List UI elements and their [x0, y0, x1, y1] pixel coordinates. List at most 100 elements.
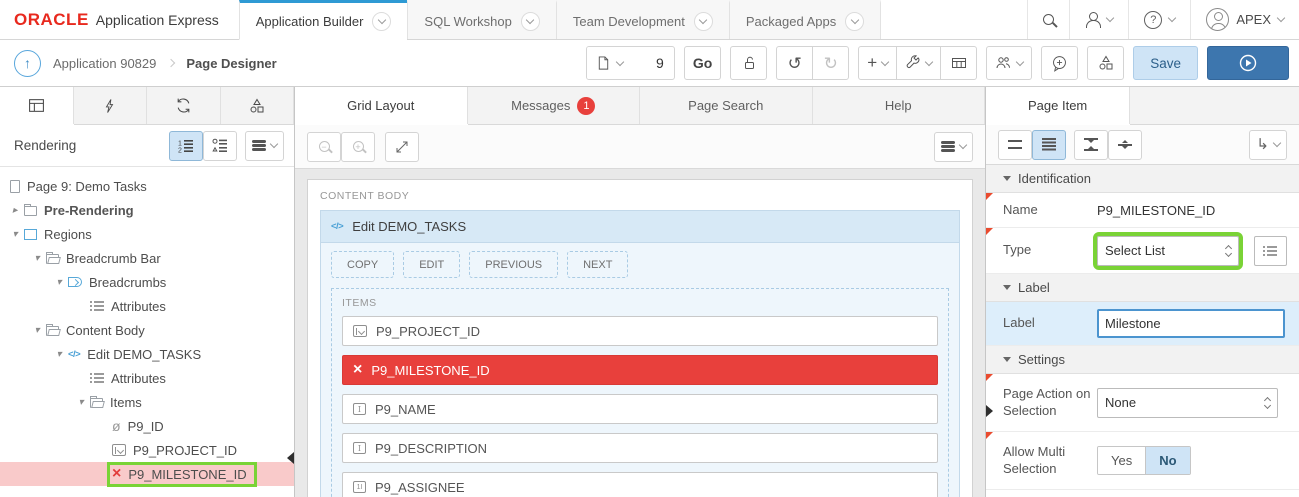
- chevron-down-icon[interactable]: [372, 12, 391, 31]
- collapse-triangle-icon: [1003, 357, 1011, 362]
- redo-button[interactable]: ↻: [812, 46, 849, 80]
- page-number-input[interactable]: [632, 55, 674, 71]
- center-tab[interactable]: Help: [813, 87, 986, 124]
- type-lov-button[interactable]: [1254, 236, 1287, 266]
- team-development-button[interactable]: [986, 46, 1032, 80]
- tree-item[interactable]: Page 9: Demo Tasks: [0, 174, 294, 198]
- region-button[interactable]: EDIT: [403, 251, 460, 278]
- label-input[interactable]: [1097, 309, 1285, 338]
- name-value[interactable]: P9_MILESTONE_ID: [1097, 203, 1215, 218]
- right-splitter-handle[interactable]: [986, 405, 993, 417]
- tree-item[interactable]: P9_PROJECT_ID: [0, 438, 294, 462]
- utilities-menu-button[interactable]: [896, 46, 941, 80]
- show-all-button[interactable]: [1032, 130, 1066, 160]
- header-tab[interactable]: Packaged Apps: [729, 0, 881, 39]
- tree-item[interactable]: Attributes: [0, 366, 294, 390]
- section-settings[interactable]: Settings: [986, 346, 1299, 374]
- tree-item[interactable]: Edit DEMO_TASKS: [0, 342, 294, 366]
- toggle-yes-button[interactable]: Yes: [1098, 447, 1146, 474]
- tree-caret-icon[interactable]: [30, 325, 44, 336]
- chevron-down-icon[interactable]: [694, 12, 713, 31]
- tree-caret-icon[interactable]: [8, 229, 22, 240]
- go-to-application-button[interactable]: [14, 50, 41, 77]
- feedback-button[interactable]: [1041, 46, 1078, 80]
- header-tabs: Application Builder SQL Workshop Team De…: [239, 0, 881, 39]
- sort-by-order-button[interactable]: 12: [169, 131, 203, 161]
- layout-item[interactable]: P9_MILESTONE_ID: [342, 355, 938, 385]
- region-edit-demo-tasks[interactable]: Edit DEMO_TASKS COPYEDITPREVIOUSNEXT ITE…: [320, 210, 960, 497]
- text-field-icon: [353, 442, 366, 454]
- zoom-out-button[interactable]: −: [307, 132, 341, 162]
- tree-caret-icon[interactable]: [52, 349, 66, 360]
- tab-page-shared-components[interactable]: [221, 87, 295, 124]
- tree-item[interactable]: Items: [0, 390, 294, 414]
- content-body-label: CONTENT BODY: [320, 190, 960, 202]
- tree-item[interactable]: Breadcrumb Bar: [0, 246, 294, 270]
- create-menu-button[interactable]: +: [858, 46, 897, 80]
- expand-layout-button[interactable]: [385, 132, 419, 162]
- tree-caret-icon[interactable]: [8, 205, 22, 216]
- tree-item[interactable]: P9_ID: [0, 414, 294, 438]
- tree-caret-icon[interactable]: [52, 277, 66, 288]
- tree-item[interactable]: Breadcrumbs: [0, 270, 294, 294]
- menu-stack-icon: [252, 140, 266, 143]
- center-tab[interactable]: Grid Layout: [295, 87, 468, 124]
- undo-button[interactable]: ↺: [776, 46, 813, 80]
- show-common-button[interactable]: [998, 130, 1032, 160]
- administration-menu-button[interactable]: [1069, 0, 1128, 39]
- type-select[interactable]: Select List: [1097, 236, 1239, 266]
- tree-item-content: P9_MILESTONE_ID: [110, 465, 254, 484]
- run-page-button[interactable]: [1207, 46, 1289, 80]
- header-tab[interactable]: SQL Workshop: [407, 0, 555, 39]
- user-menu-button[interactable]: APEX: [1190, 0, 1299, 39]
- expand-all-button[interactable]: [1108, 130, 1142, 160]
- layout-item[interactable]: P9_ASSIGNEE: [342, 472, 938, 497]
- center-tab[interactable]: Messages 1: [468, 87, 641, 124]
- tree-item[interactable]: Pre-Rendering: [0, 198, 294, 222]
- region-button[interactable]: COPY: [331, 251, 394, 278]
- chevron-down-icon[interactable]: [521, 12, 540, 31]
- layout-item[interactable]: P9_PROJECT_ID: [342, 316, 938, 346]
- region-button[interactable]: NEXT: [567, 251, 628, 278]
- tree-item[interactable]: Regions: [0, 222, 294, 246]
- select-list-icon: [112, 444, 126, 456]
- page-action-select[interactable]: None: [1097, 388, 1278, 418]
- region-button[interactable]: PREVIOUS: [469, 251, 558, 278]
- save-button[interactable]: Save: [1133, 46, 1198, 80]
- left-splitter-handle[interactable]: [287, 452, 294, 464]
- toggle-no-button[interactable]: No: [1146, 447, 1189, 474]
- tree-caret-icon[interactable]: [30, 253, 44, 264]
- rendering-menu-button[interactable]: [245, 131, 284, 161]
- header-tab[interactable]: Team Development: [556, 0, 729, 39]
- layout-columns-button[interactable]: [940, 46, 977, 80]
- tree-caret-icon[interactable]: [74, 397, 88, 408]
- tab-processing[interactable]: [147, 87, 221, 124]
- section-identification[interactable]: Identification: [986, 165, 1299, 193]
- tab-page-item[interactable]: Page Item: [986, 87, 1130, 124]
- page-finder-button[interactable]: [587, 47, 632, 79]
- sort-by-type-button[interactable]: [203, 131, 237, 161]
- shared-components-button[interactable]: [1087, 46, 1124, 80]
- grid-layout-menu-button[interactable]: [934, 132, 973, 162]
- go-button[interactable]: Go: [684, 46, 721, 80]
- go-to-group-button[interactable]: ↳: [1249, 130, 1287, 160]
- center-tab[interactable]: Page Search: [640, 87, 813, 124]
- tree-item-content: Content Body: [44, 321, 152, 340]
- tab-rendering[interactable]: [0, 87, 74, 124]
- layout-item[interactable]: P9_NAME: [342, 394, 938, 424]
- help-menu-button[interactable]: [1128, 0, 1190, 39]
- collapse-all-button[interactable]: [1074, 130, 1108, 160]
- chevron-down-icon[interactable]: [845, 12, 864, 31]
- search-button[interactable]: [1027, 0, 1069, 39]
- breadcrumb-application[interactable]: Application 90829: [53, 56, 156, 71]
- layout-item[interactable]: P9_DESCRIPTION: [342, 433, 938, 463]
- tab-dynamic-actions[interactable]: [74, 87, 148, 124]
- zoom-in-button[interactable]: +: [341, 132, 375, 162]
- lock-button[interactable]: [730, 46, 767, 80]
- tree-item[interactable]: P9_MILESTONE_ID: [0, 462, 294, 486]
- tree-item[interactable]: Content Body: [0, 318, 294, 342]
- center-tab-label: Messages: [511, 98, 570, 113]
- section-label[interactable]: Label: [986, 274, 1299, 302]
- header-tab[interactable]: Application Builder: [239, 0, 408, 40]
- tree-item[interactable]: Attributes: [0, 294, 294, 318]
